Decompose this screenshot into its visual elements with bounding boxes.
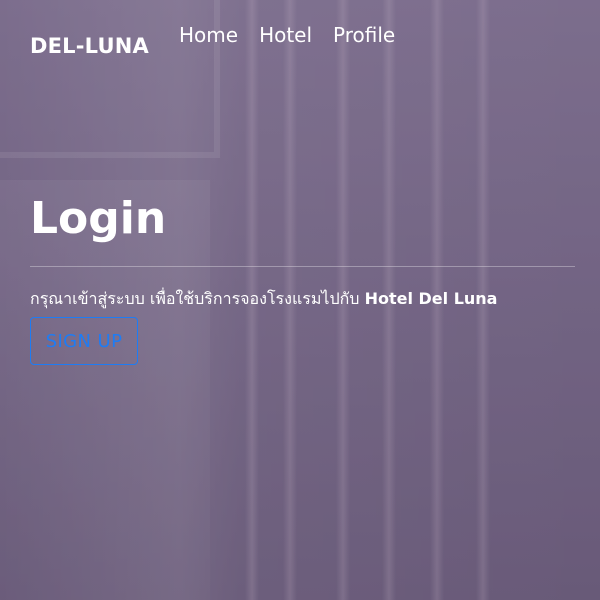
nav-link-home[interactable]: Home [179, 23, 238, 47]
nav-link-profile[interactable]: Profile [333, 23, 395, 47]
login-description: กรุณาเข้าสู่ระบบ เพื่อใช้บริการจองโรงแรม… [30, 287, 575, 311]
nav-links: Home Hotel Profile [179, 23, 395, 47]
login-section: Login กรุณาเข้าสู่ระบบ เพื่อใช้บริการจอง… [30, 190, 575, 365]
divider [30, 266, 575, 267]
nav-link-hotel[interactable]: Hotel [259, 23, 312, 47]
sign-up-button[interactable]: SIGN UP [30, 317, 138, 365]
page-title: Login [30, 193, 167, 244]
brand-logo[interactable]: DEL-LUNA [30, 34, 149, 58]
description-text: กรุณาเข้าสู่ระบบ เพื่อใช้บริการจองโรงแรม… [30, 289, 360, 308]
navbar: DEL-LUNA Home Hotel Profile [30, 20, 395, 72]
hotel-name: Hotel Del Luna [364, 289, 498, 308]
